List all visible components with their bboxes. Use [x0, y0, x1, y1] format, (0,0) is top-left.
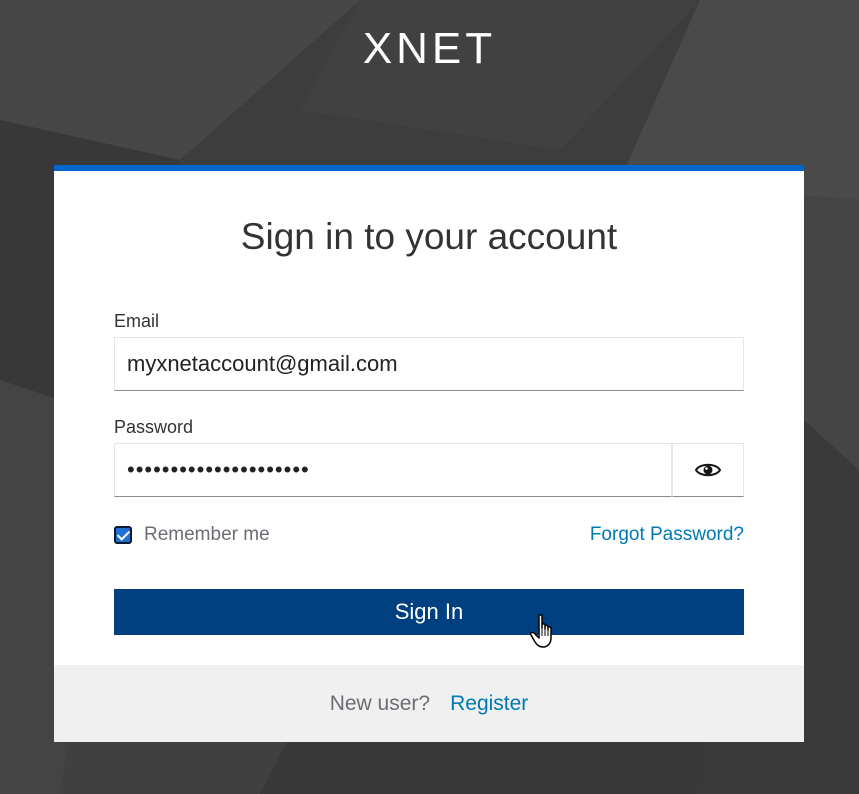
- password-label: Password: [114, 417, 194, 437]
- page-title: Sign in to your account: [240, 216, 618, 257]
- checkbox-checked-icon[interactable]: [114, 526, 132, 544]
- remember-me-label: Remember me: [144, 524, 270, 545]
- new-user-text: New user?: [329, 691, 431, 715]
- login-card: Sign in to your account Email myxnetacco…: [54, 165, 804, 742]
- sign-in-button[interactable]: Sign In: [114, 589, 744, 635]
- hand-pointer-cursor-icon: [530, 614, 552, 648]
- register-footer: New user? Register: [54, 665, 804, 742]
- email-field[interactable]: myxnetaccount@gmail.com: [114, 337, 744, 391]
- remember-me[interactable]: Remember me: [114, 524, 270, 546]
- password-field[interactable]: •••••••••••••••••••••: [114, 443, 672, 497]
- password-group: •••••••••••••••••••••: [114, 443, 744, 497]
- show-password-button[interactable]: [672, 443, 744, 497]
- email-label: Email: [114, 311, 160, 331]
- eye-icon: [695, 463, 721, 477]
- forgot-password-link[interactable]: Forgot Password?: [590, 524, 744, 546]
- brand-logo: XNET: [362, 24, 497, 73]
- register-link[interactable]: Register: [450, 692, 528, 716]
